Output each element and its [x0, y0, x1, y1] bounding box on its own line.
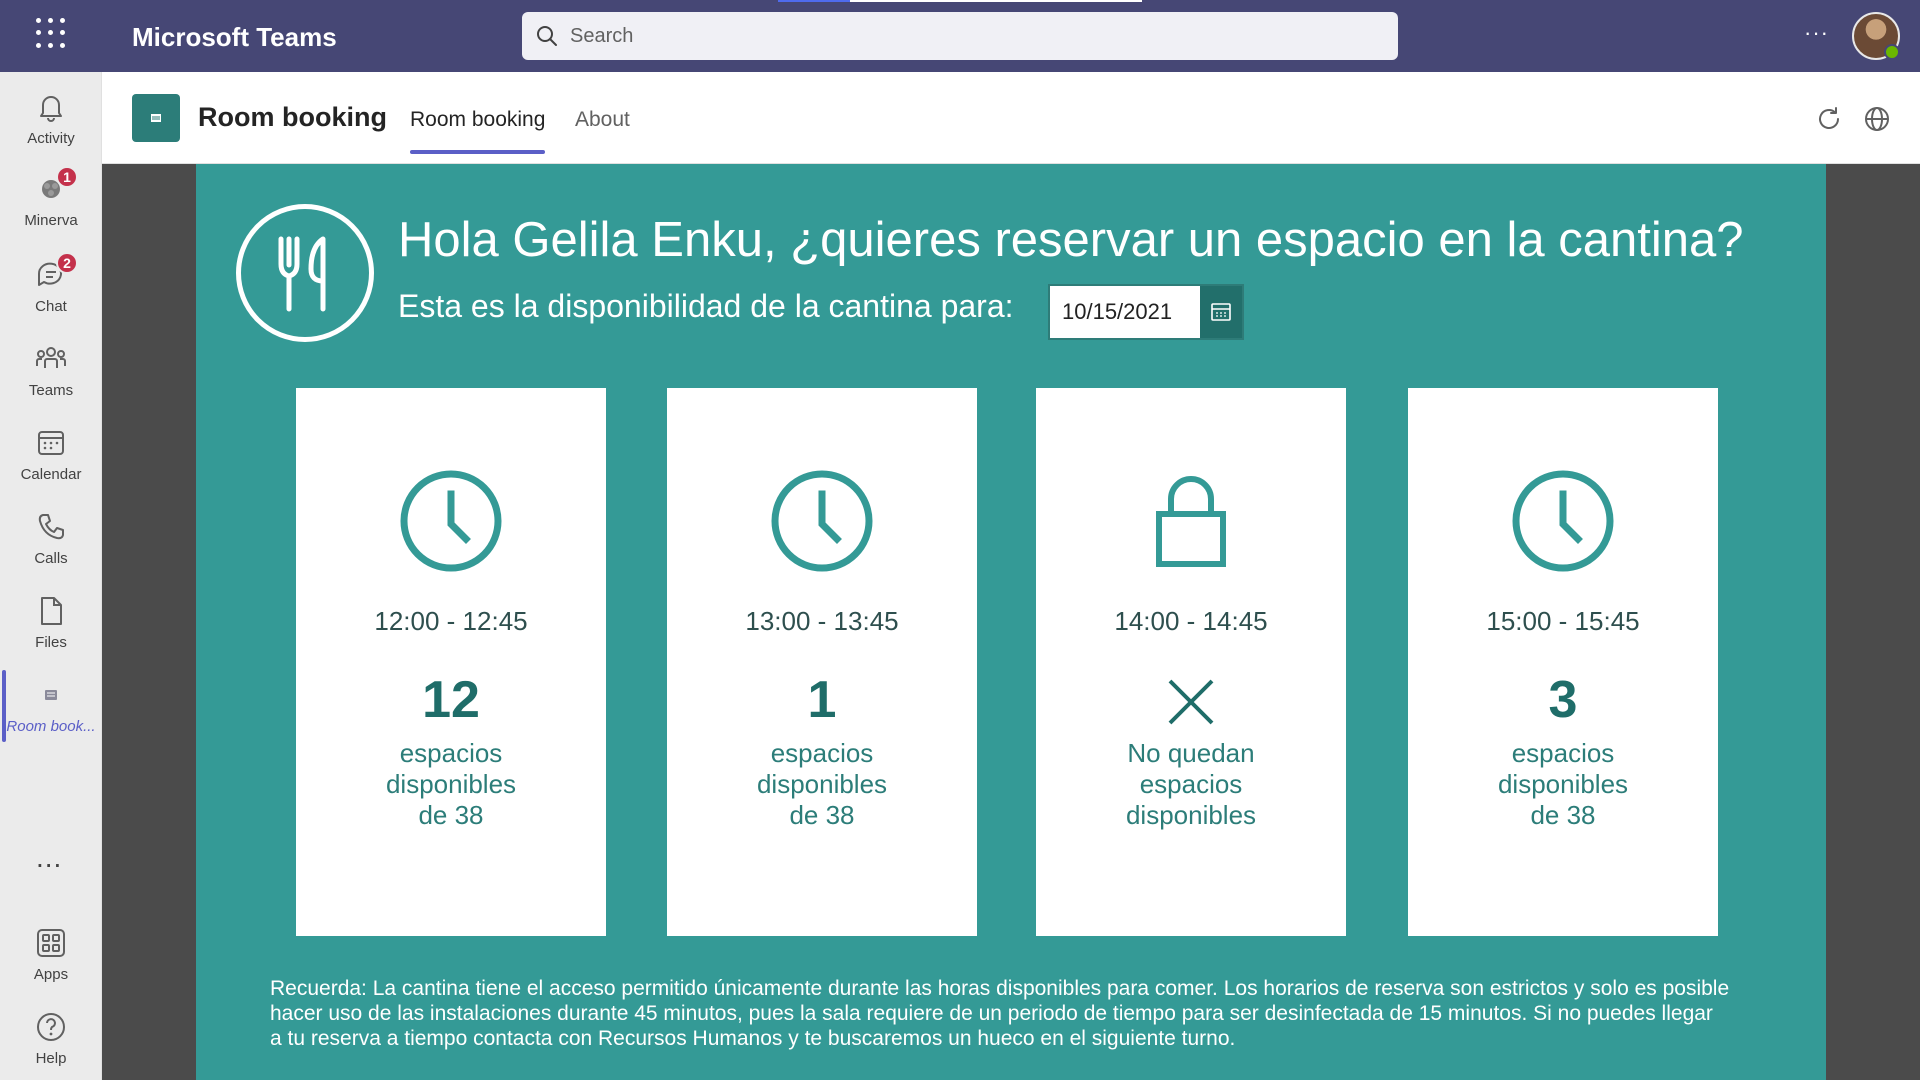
rail-item-chat[interactable]: 2 Chat [0, 246, 102, 326]
rail-item-label: Help [35, 1050, 67, 1067]
loading-progress [778, 0, 1142, 2]
rail-item-teams[interactable]: Teams [0, 330, 102, 410]
app-header: Room booking Room booking About [102, 72, 1920, 164]
app-title: Microsoft Teams [132, 22, 337, 52]
app-launcher-icon[interactable] [36, 18, 66, 48]
rail-item-label: Chat [35, 298, 67, 315]
rail-item-minerva[interactable]: 1 Minerva [0, 160, 102, 240]
slot-time: 15:00 - 15:45 [1486, 606, 1640, 636]
calendar-picker-button[interactable] [1200, 286, 1242, 338]
slot-description: No quedan espacios disponibles [1125, 738, 1257, 830]
rail-item-help[interactable]: Help [0, 998, 102, 1078]
close-icon [1168, 679, 1214, 725]
tab-room-booking[interactable]: Room booking [410, 108, 546, 154]
rail-item-label: Room book... [6, 718, 96, 735]
bell-icon [34, 90, 68, 124]
minerva-icon: 1 [34, 166, 78, 206]
rail-item-room-booking[interactable]: Room book... [0, 666, 102, 746]
search-icon [537, 26, 557, 46]
title-bar: Microsoft Teams ··· [0, 0, 1920, 72]
search-input[interactable] [570, 24, 1370, 48]
slot-description: espacios disponibles de 38 [385, 738, 517, 830]
rail-item-calendar[interactable]: Calendar [0, 414, 102, 494]
rail-item-label: Minerva [24, 212, 78, 229]
rail-item-label: Files [35, 634, 67, 651]
lock-icon [1156, 476, 1226, 567]
availability-label: Esta es la disponibilidad de la cantina … [398, 288, 1014, 324]
slot-time: 14:00 - 14:45 [1114, 606, 1268, 636]
tab-about[interactable]: About [575, 108, 630, 132]
slot-description: espacios disponibles de 38 [1497, 738, 1629, 830]
date-input[interactable] [1050, 286, 1200, 338]
slot-card-full: 14:00 - 14:45 No quedan espacios disponibl… [1036, 388, 1346, 936]
more-apps-icon[interactable]: ... [36, 842, 62, 874]
rail-item-files[interactable]: Files [0, 582, 102, 662]
avatar[interactable] [1852, 12, 1900, 60]
rail-item-label: Apps [33, 966, 69, 983]
clock-icon [771, 470, 873, 572]
teams-icon [34, 342, 68, 376]
app-name: Room booking [198, 102, 387, 132]
slot-time: 12:00 - 12:45 [374, 606, 528, 636]
cutlery-icon [236, 204, 374, 342]
greeting-heading: Hola Gelila Enku, ¿quieres reservar un e… [398, 213, 1744, 267]
apps-icon [34, 926, 68, 960]
clock-icon [400, 470, 502, 572]
help-icon [34, 1010, 68, 1044]
clock-icon [1512, 470, 1614, 572]
rail-item-label: Activity [27, 130, 75, 147]
rail-item-activity[interactable]: Activity [0, 78, 102, 158]
slot-count: 12 [422, 671, 480, 729]
chat-icon: 2 [34, 252, 78, 292]
slot-time: 13:00 - 13:45 [745, 606, 899, 636]
calendar-icon [34, 426, 68, 460]
more-options-icon[interactable]: ··· [1804, 20, 1828, 45]
rail-item-calls[interactable]: Calls [0, 498, 102, 578]
refresh-icon[interactable] [1814, 104, 1844, 134]
room-booking-icon [34, 678, 68, 712]
file-icon [34, 594, 68, 628]
booking-note: Recuerda: La cantina tiene el acceso per… [270, 977, 1730, 1050]
rail-item-label: Calendar [20, 466, 82, 483]
notification-badge: 1 [56, 166, 78, 188]
slot-count: 3 [1548, 671, 1578, 729]
search-box[interactable] [522, 12, 1398, 60]
rail-item-label: Calls [34, 550, 68, 567]
slot-card[interactable]: 15:00 - 15:45 3 espacios disponibles de 38 [1408, 388, 1718, 936]
phone-icon [34, 510, 68, 544]
presence-available-icon [1884, 44, 1900, 60]
room-booking-app-icon [132, 94, 180, 142]
slot-card[interactable]: 12:00 - 12:45 12 espacios disponibles de 3… [296, 388, 606, 936]
slot-description: espacios disponibles de 38 [756, 738, 888, 830]
notification-badge: 2 [56, 252, 78, 274]
slot-count: 1 [807, 671, 837, 729]
calendar-icon [1211, 303, 1231, 321]
slot-card[interactable]: 13:00 - 13:45 1 espacios disponibles de 38 [667, 388, 977, 936]
rail-item-label: Teams [28, 382, 74, 399]
date-picker[interactable] [1048, 284, 1244, 340]
app-content: Hola Gelila Enku, ¿quieres reservar un e… [102, 164, 1920, 1080]
globe-icon[interactable] [1862, 104, 1892, 134]
rail-item-apps[interactable]: Apps [0, 914, 102, 994]
app-rail: Activity 1 Minerva 2 Chat Teams Calendar… [0, 72, 102, 1080]
booking-panel: Hola Gelila Enku, ¿quieres reservar un e… [196, 164, 1826, 1080]
